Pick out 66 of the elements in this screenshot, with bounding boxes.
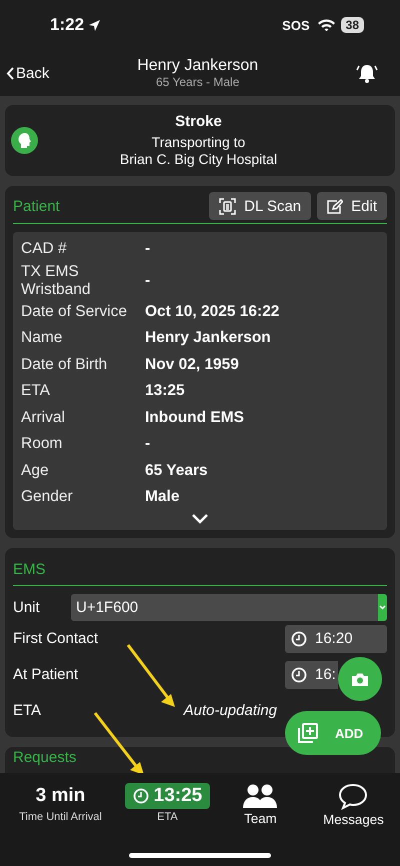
field-value: Inbound EMS: [145, 408, 246, 427]
people-icon: [243, 783, 278, 809]
field-value: Male: [145, 488, 180, 506]
field-label: Gender: [21, 488, 74, 506]
unit-dropdown[interactable]: U+1F600: [71, 594, 387, 620]
field-value: Henry Jankerson: [145, 329, 272, 348]
field-label: At Patient: [13, 666, 80, 683]
caret-icon: [379, 604, 386, 610]
add-stack-icon: [297, 722, 319, 744]
field-label: Name: [21, 329, 64, 348]
field-label: ETA: [21, 382, 51, 400]
chevron-left-icon: [6, 66, 14, 80]
section-title: Requests: [13, 748, 76, 766]
field-label: TX EMS Wristband: [21, 262, 92, 298]
battery-level: 38: [340, 17, 364, 33]
clock-icon: [291, 666, 307, 682]
edit-button[interactable]: Edit: [317, 192, 387, 220]
field-value: 65 Years: [145, 462, 209, 480]
edit-icon: [327, 198, 344, 214]
section-title: EMS: [13, 560, 47, 580]
scan-icon: [219, 198, 236, 214]
time-until-arrival-label: Time Until Arrival: [19, 811, 102, 823]
back-button[interactable]: Back: [6, 64, 50, 82]
field-label: Date of Birth: [21, 356, 108, 374]
field-label: Unit: [13, 598, 41, 616]
location-arrow-icon: [88, 18, 102, 32]
alert-title: Stroke: [175, 113, 222, 130]
field-label: ETA: [13, 702, 42, 719]
field-label: Arrival: [21, 408, 66, 427]
messages-tab[interactable]: Messages: [306, 783, 400, 827]
field-label: Date of Service: [21, 302, 128, 321]
field-value: -: [145, 272, 152, 290]
camera-icon: [351, 672, 369, 686]
patient-name-title: Henry Jankerson: [137, 57, 258, 75]
field-label: Room: [21, 435, 64, 454]
field-label: First Contact: [13, 630, 100, 647]
auto-updating-note: Auto-updating: [184, 702, 277, 719]
field-value: Nov 02, 1959: [145, 356, 240, 374]
field-value: Oct 10, 2025 16:22: [145, 302, 280, 321]
clock-icon: [132, 788, 149, 804]
bell-icon[interactable]: [356, 63, 378, 83]
section-title: Patient: [13, 198, 61, 214]
speech-bubble-icon: [338, 783, 368, 810]
alert-line: Brian C. Big City Hospital: [120, 151, 278, 168]
field-label: CAD #: [21, 240, 68, 258]
clock-icon: [291, 630, 307, 646]
field-value: 13:25: [145, 382, 186, 400]
field-label: Age: [21, 462, 50, 480]
patient-subtitle: 65 Years - Male: [156, 75, 240, 89]
annotation-arrow: [126, 644, 175, 707]
time-until-arrival-value: 3 min: [36, 784, 86, 808]
sos-indicator: SOS: [282, 18, 310, 32]
head-icon: [11, 127, 38, 154]
time-field[interactable]: 16:20: [285, 624, 387, 652]
scan-button[interactable]: DL Scan: [209, 192, 312, 220]
eta-label: ETA: [157, 811, 178, 823]
alert-line: Transporting to: [152, 134, 246, 151]
wifi-icon: [318, 19, 335, 31]
field-value: -: [145, 435, 152, 454]
status-time: 1:22: [50, 15, 84, 35]
chevron-down-icon[interactable]: [192, 514, 208, 524]
eta-badge: 13:25: [124, 783, 210, 809]
field-value: -: [145, 240, 152, 258]
team-tab[interactable]: Team: [214, 783, 307, 826]
annotation-arrow: [94, 712, 144, 775]
time-field[interactable]: 16:: [285, 660, 338, 688]
